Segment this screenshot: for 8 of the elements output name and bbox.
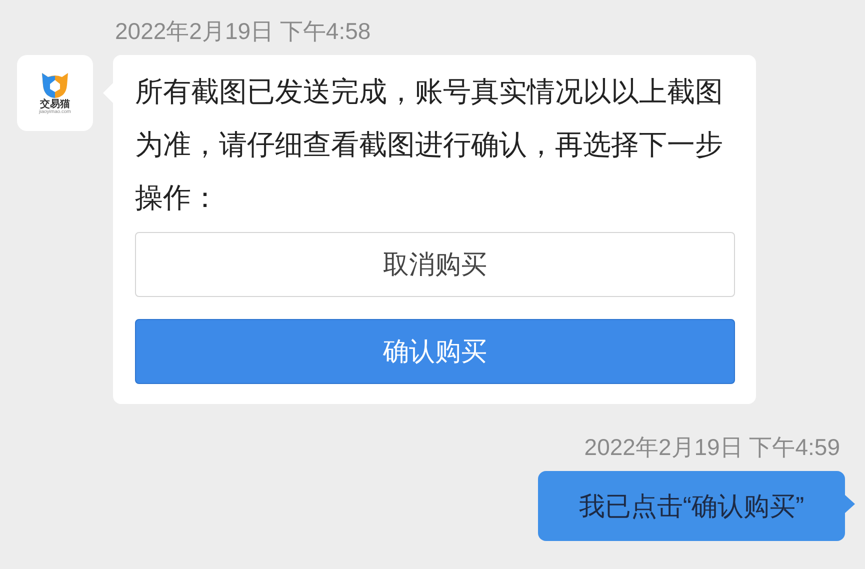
message-text: 所有截图已发送完成，账号真实情况以以上截图为准，请仔细查看截图进行确认，再选择下一步操作： (135, 75, 724, 215)
timestamp: 2022年2月19日 下午4:59 (583, 433, 841, 459)
logo-text: 交易猫 (40, 99, 70, 110)
confirm-button[interactable]: 确认购买 (135, 319, 735, 384)
cancel-button[interactable]: 取消购买 (135, 232, 735, 297)
message-text: 我已点击“确认购买” (578, 490, 804, 522)
timestamp: 2022年2月19日 下午4:58 (114, 17, 372, 43)
cat-logo-icon (40, 71, 70, 99)
